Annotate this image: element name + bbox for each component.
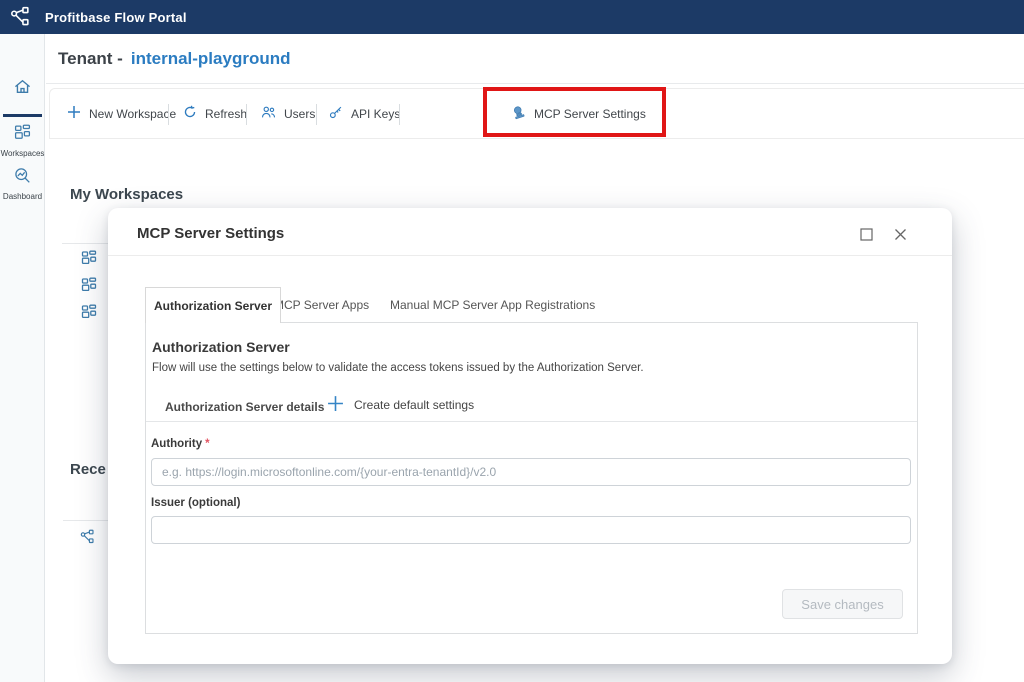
page-title: Tenant - — [58, 49, 123, 69]
workspace-toolbar: New Workspace Refresh Users — [49, 88, 1024, 139]
mcp-server-settings-dialog: MCP Server Settings Authorization Server… — [108, 208, 952, 664]
toolbar-separator — [168, 104, 169, 125]
authority-input[interactable] — [151, 458, 911, 486]
app-root: Profitbase Flow Portal — [0, 0, 1024, 682]
recent-list-divider — [63, 520, 108, 521]
create-default-settings-label: Create default settings — [354, 398, 474, 412]
plus-icon — [327, 395, 344, 415]
issuer-label: Issuer (optional) — [151, 497, 240, 509]
my-workspaces-title: My Workspaces — [70, 186, 183, 203]
workspace-row-icon[interactable] — [81, 304, 97, 325]
plus-icon — [67, 105, 81, 122]
refresh-button[interactable]: Refresh — [183, 89, 247, 138]
home-icon — [13, 78, 32, 102]
sidebar-item-workspaces[interactable]: Workspaces — [0, 124, 45, 158]
new-workspace-button[interactable]: New Workspace — [67, 89, 176, 138]
stamp-icon — [511, 105, 526, 123]
workspaces-icon — [14, 124, 31, 146]
tab-manual-registrations[interactable]: Manual MCP Server App Registrations — [378, 288, 607, 322]
authority-label: Authority* — [151, 438, 210, 450]
recent-section-title: Rece — [70, 461, 106, 478]
new-workspace-label: New Workspace — [89, 107, 176, 121]
workspace-list-divider — [62, 243, 108, 244]
refresh-icon — [183, 105, 197, 122]
api-keys-label: API Keys — [351, 107, 400, 121]
refresh-label: Refresh — [205, 107, 247, 121]
sidebar-item-dashboard[interactable]: Dashboard — [0, 167, 45, 201]
dialog-title: MCP Server Settings — [137, 225, 284, 242]
toolbar-separator — [246, 104, 247, 125]
close-icon[interactable] — [894, 228, 907, 246]
toolbar-separator — [316, 104, 317, 125]
sidebar-workspaces-label: Workspaces — [1, 150, 45, 158]
create-default-settings-button[interactable]: Create default settings — [327, 395, 474, 415]
sidebar: Workspaces Dashboard — [0, 34, 45, 682]
key-icon — [329, 105, 343, 122]
mcp-server-settings-button[interactable]: MCP Server Settings — [511, 89, 646, 138]
api-keys-button[interactable]: API Keys — [329, 89, 400, 138]
workspace-row-icon[interactable] — [81, 250, 97, 271]
page-header: Tenant - internal-playground — [46, 34, 1024, 84]
users-button[interactable]: Users — [261, 89, 315, 138]
tab-authorization-server[interactable]: Authorization Server — [145, 287, 281, 323]
panel-heading: Authorization Server — [152, 339, 290, 355]
flow-logo-icon — [10, 6, 32, 28]
authorization-server-details-tab[interactable]: Authorization Server details — [165, 400, 324, 414]
users-icon — [261, 105, 276, 122]
dashboard-icon — [14, 167, 31, 189]
toolbar-separator — [399, 104, 400, 125]
dialog-header-divider — [108, 255, 952, 256]
mcp-server-settings-label: MCP Server Settings — [534, 107, 646, 121]
issuer-input[interactable] — [151, 516, 911, 544]
subtab-divider — [146, 421, 917, 422]
sidebar-item-home[interactable] — [0, 78, 45, 102]
users-label: Users — [284, 107, 315, 121]
maximize-button[interactable] — [860, 228, 873, 246]
workspace-row-icon[interactable] — [81, 277, 97, 298]
top-app-bar: Profitbase Flow Portal — [0, 0, 1024, 34]
recent-flow-icon[interactable] — [80, 529, 96, 550]
app-title: Profitbase Flow Portal — [45, 10, 187, 25]
sidebar-dashboard-label: Dashboard — [3, 193, 42, 201]
save-changes-button[interactable]: Save changes — [782, 589, 903, 619]
sidebar-active-indicator — [3, 114, 42, 117]
required-asterisk: * — [205, 438, 209, 450]
tenant-name: internal-playground — [131, 49, 291, 69]
panel-description: Flow will use the settings below to vali… — [152, 362, 644, 374]
